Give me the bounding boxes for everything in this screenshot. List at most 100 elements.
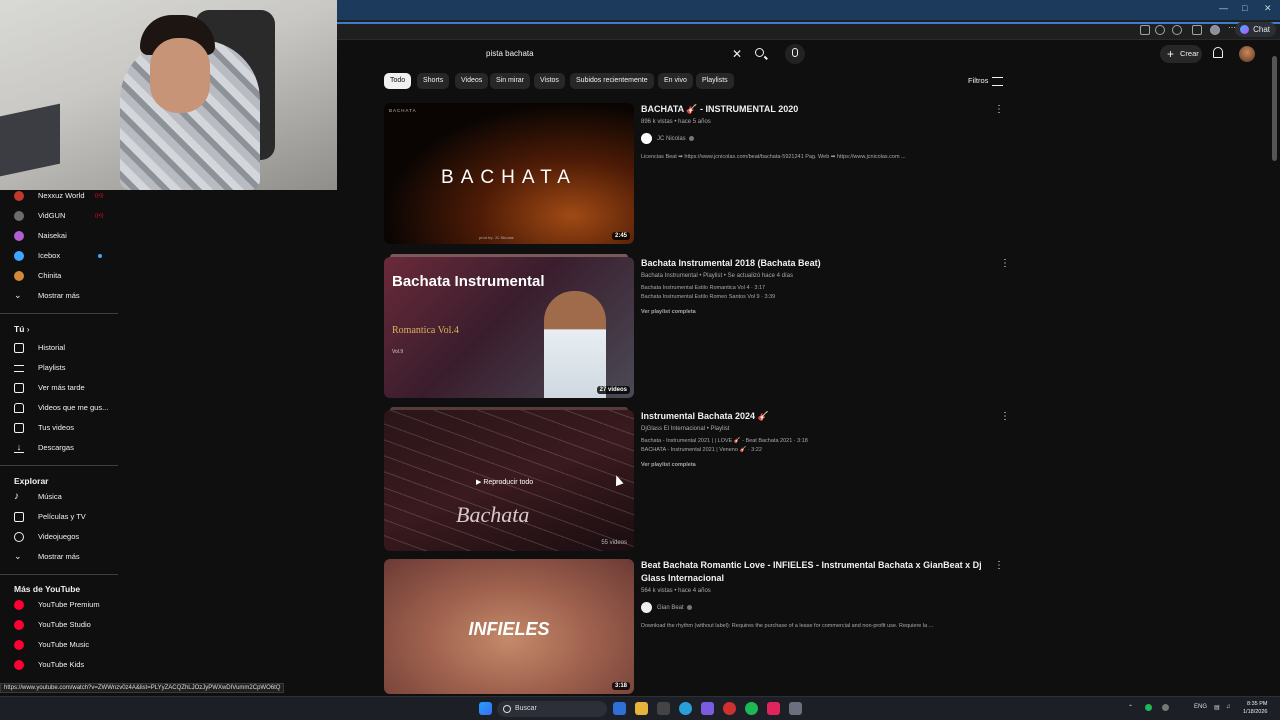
sidebar-item-youtube-studio[interactable]: YouTube Studio <box>0 616 118 634</box>
video-meta: 564 k vistas • hace 4 años <box>641 588 711 594</box>
sidebar-section-explore: Explorar <box>14 476 49 486</box>
volume-icon[interactable]: ♫ <box>1226 704 1231 710</box>
wifi-icon[interactable]: ▤ <box>1214 704 1220 711</box>
more-options-icon[interactable]: ⋮ <box>1000 412 1010 422</box>
settings-icon[interactable] <box>789 702 802 715</box>
sidebar-show-more-button[interactable]: ⌄ Mostrar más <box>0 287 118 305</box>
sidebar-item-movies[interactable]: Películas y TV <box>0 508 118 526</box>
playlist-count-badge: 27 videos <box>596 386 630 394</box>
video-thumbnail[interactable]: INFIELES 3:18 <box>384 559 634 694</box>
minimize-button[interactable]: — <box>1219 3 1228 13</box>
sidebar-item-subscription[interactable]: Naisekai <box>0 227 118 245</box>
spotify-icon[interactable] <box>745 702 758 715</box>
chip-all[interactable]: Todo <box>384 73 412 89</box>
sidebar-item-youtube-premium[interactable]: YouTube Premium <box>0 596 118 614</box>
more-options-icon[interactable]: ⋮ <box>994 105 1004 115</box>
tray-app-icon[interactable] <box>1162 704 1169 711</box>
search-result-video[interactable]: BACHATA BACHATA prod by: JC Nicolas 2:45… <box>384 103 1014 245</box>
favorite-icon[interactable] <box>1155 25 1165 35</box>
create-label: Crear <box>1180 49 1199 58</box>
sidebar-item-subscription[interactable]: Icebox <box>0 247 118 265</box>
search-result-playlist[interactable]: Bachata Instrumental Romantica Vol.4 Vol… <box>384 254 1014 398</box>
chip-playlists[interactable]: Playlists <box>696 73 734 89</box>
thumbnail-title: Bachata <box>456 502 530 527</box>
close-icon[interactable]: ✕ <box>732 47 742 61</box>
sidebar-item-youtube-kids[interactable]: YouTube Kids <box>0 656 118 674</box>
edge-icon[interactable] <box>679 702 692 715</box>
sidebar-item-playlists[interactable]: Playlists <box>0 359 118 377</box>
more-options-icon[interactable]: ⋮ <box>994 561 1004 571</box>
search-result-playlist[interactable]: Bachata ▶ Reproducir todo 55 videos Inst… <box>384 407 1014 551</box>
sidebar-item-watch-later[interactable]: Ver más tarde <box>0 379 118 397</box>
chip-live[interactable]: En vivo <box>658 73 693 89</box>
discord-icon[interactable] <box>701 702 714 715</box>
tray-chevron-icon[interactable]: ⌃ <box>1128 704 1133 711</box>
search-button[interactable] <box>752 46 770 62</box>
tray-spotify-icon[interactable] <box>1145 704 1152 711</box>
playlist-title[interactable]: Bachata Instrumental 2018 (Bachata Beat) <box>641 257 1001 270</box>
sidebar-item-music[interactable]: ♪ Música <box>0 488 118 506</box>
copilot-chat-button[interactable]: Chat <box>1235 22 1276 37</box>
sidebar-item-your-videos[interactable]: Tus videos <box>0 419 118 437</box>
extensions-icon[interactable] <box>1140 25 1150 35</box>
profile-icon[interactable] <box>1210 25 1220 35</box>
search-input[interactable]: pista bachata <box>486 49 534 58</box>
filters-icon[interactable] <box>992 77 1003 86</box>
bell-icon[interactable] <box>1213 47 1223 58</box>
playlist-entry[interactable]: Bachata Instrumental Estilo Romeo Santos… <box>641 294 1001 300</box>
sidebar-item-history[interactable]: Historial <box>0 339 118 357</box>
scrollbar-thumb[interactable] <box>1272 56 1277 161</box>
channel-row[interactable]: Gian Beat <box>641 602 991 613</box>
chip-recently-uploaded[interactable]: Subidos recientemente <box>570 73 654 89</box>
file-explorer-icon[interactable] <box>635 702 648 715</box>
widgets-icon[interactable] <box>613 702 626 715</box>
system-clock[interactable]: 8:35 PM 1/18/2026 <box>1243 700 1267 716</box>
video-title[interactable]: BACHATA 🎸 - INSTRUMENTAL 2020 <box>641 103 1001 116</box>
refresh-icon[interactable] <box>1172 25 1182 35</box>
language-indicator[interactable]: ENG <box>1194 704 1207 710</box>
chip-watched[interactable]: Vistos <box>534 73 565 89</box>
play-all-overlay[interactable]: ▶ Reproducir todo <box>476 478 533 486</box>
sidebar-item-subscription[interactable]: VidGUN ((•)) <box>0 207 118 225</box>
view-full-playlist-link[interactable]: Ver playlist completa <box>641 462 1001 468</box>
voice-search-button[interactable] <box>785 44 805 64</box>
youtube-studio-icon <box>14 620 24 630</box>
create-button[interactable]: + Crear <box>1160 45 1202 63</box>
tiktok-icon[interactable] <box>767 702 780 715</box>
channel-row[interactable]: JC Nicolas <box>641 133 1001 144</box>
playlist-thumbnail[interactable]: Bachata Instrumental Romantica Vol.4 Vol… <box>384 257 634 398</box>
filters-button[interactable]: Filtros <box>968 76 988 85</box>
thumbnail-title: Bachata Instrumental <box>392 273 545 290</box>
channel-name[interactable]: JC Nicolas <box>657 136 686 142</box>
chip-unwatched[interactable]: Sin mirar <box>490 73 531 89</box>
maximize-button[interactable]: □ <box>1242 3 1247 13</box>
playlist-entry[interactable]: Bachata Instrumental Estilo Romantica Vo… <box>641 285 1001 291</box>
app-icon[interactable] <box>723 702 736 715</box>
taskview-icon[interactable] <box>657 702 670 715</box>
sidebar-section-you[interactable]: Tú › <box>14 324 30 334</box>
taskbar-search[interactable]: Buscar <box>497 701 607 717</box>
channel-name[interactable]: Gian Beat <box>657 605 684 611</box>
windows-start-icon[interactable] <box>479 702 492 715</box>
sidebar-show-more-button[interactable]: ⌄ Mostrar más <box>0 548 118 566</box>
chip-shorts[interactable]: Shorts <box>417 73 450 89</box>
search-bar[interactable]: pista bachata ✕ <box>478 44 750 64</box>
search-result-video[interactable]: INFIELES 3:18 Beat Bachata Romantic Love… <box>384 559 1014 694</box>
video-thumbnail[interactable]: BACHATA BACHATA prod by: JC Nicolas 2:45 <box>384 103 634 244</box>
video-title[interactable]: Beat Bachata Romantic Love - INFIELES - … <box>641 559 991 585</box>
avatar[interactable] <box>1239 46 1255 62</box>
sidebar-item-gaming[interactable]: Videojuegos <box>0 528 118 546</box>
playlist-entry[interactable]: BACHATA - Instrumental 2021 | Veneno 🎸 ·… <box>641 447 1001 453</box>
playlist-title[interactable]: Instrumental Bachata 2024 🎸 <box>641 410 1001 423</box>
playlist-thumbnail[interactable]: Bachata ▶ Reproducir todo 55 videos <box>384 410 634 551</box>
more-options-icon[interactable]: ⋮ <box>1000 259 1010 269</box>
chip-videos[interactable]: Videos <box>455 73 489 89</box>
collections-icon[interactable] <box>1192 25 1202 35</box>
close-window-button[interactable]: ✕ <box>1264 3 1272 14</box>
playlist-entry[interactable]: Bachata - Instrumental 2021 | | LOVE 🎸 -… <box>641 438 1001 444</box>
sidebar-item-downloads[interactable]: ↓ Descargas <box>0 439 118 457</box>
sidebar-item-liked-videos[interactable]: Videos que me gus... <box>0 399 118 417</box>
sidebar-item-subscription[interactable]: Chinita <box>0 267 118 285</box>
view-full-playlist-link[interactable]: Ver playlist completa <box>641 309 1001 315</box>
sidebar-item-youtube-music[interactable]: YouTube Music <box>0 636 118 654</box>
